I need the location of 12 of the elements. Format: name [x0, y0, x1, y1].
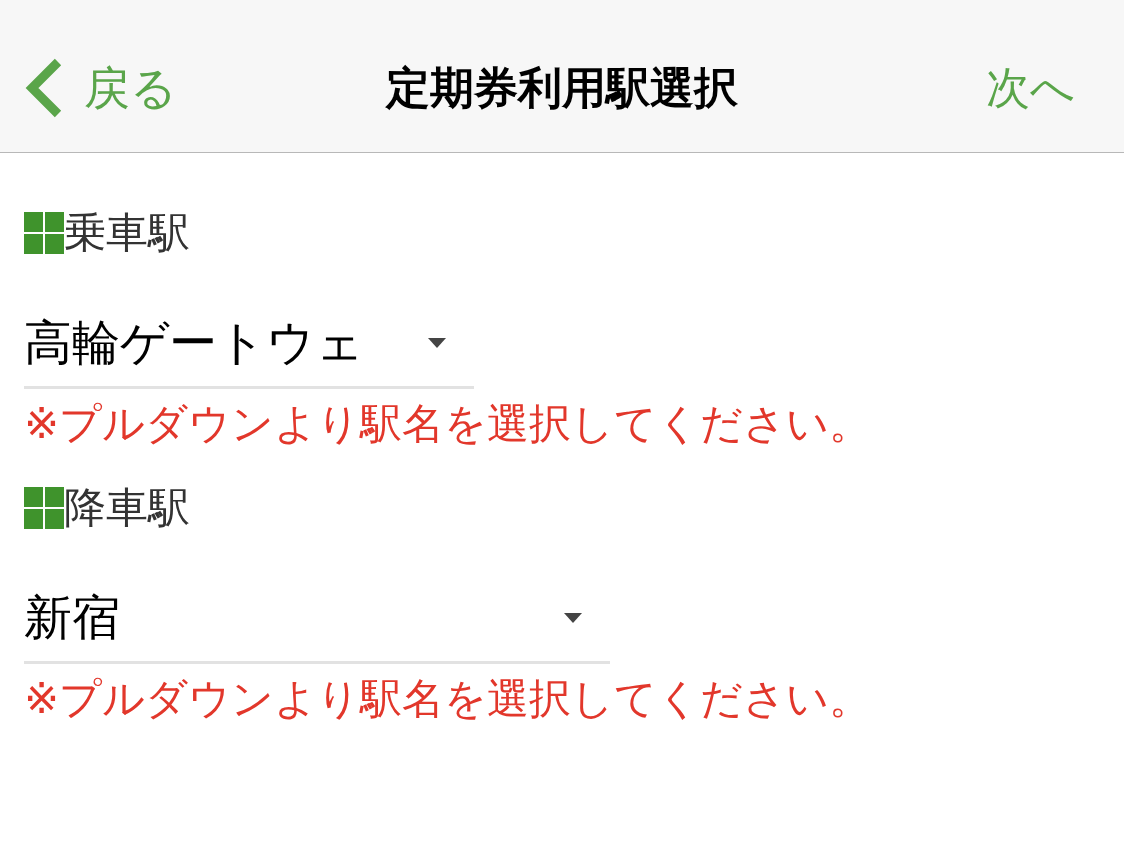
error-message: ※プルダウンより駅名を選択してください。 — [24, 673, 873, 725]
station-dropdown[interactable]: 新宿 — [24, 532, 610, 664]
caret-icon — [564, 613, 582, 623]
station-dropdown[interactable]: 高輪ゲートウェ — [24, 257, 474, 389]
page-title: 定期券利用駅選択 — [386, 61, 738, 115]
chevron-left-icon — [24, 58, 64, 118]
field-label: 乗車駅 — [64, 209, 190, 257]
caret-icon — [428, 338, 446, 348]
field-label: 降車駅 — [64, 484, 190, 532]
error-message: ※プルダウンより駅名を選択してください。 — [24, 398, 873, 450]
grid-icon — [24, 487, 64, 529]
grid-icon — [24, 212, 64, 254]
